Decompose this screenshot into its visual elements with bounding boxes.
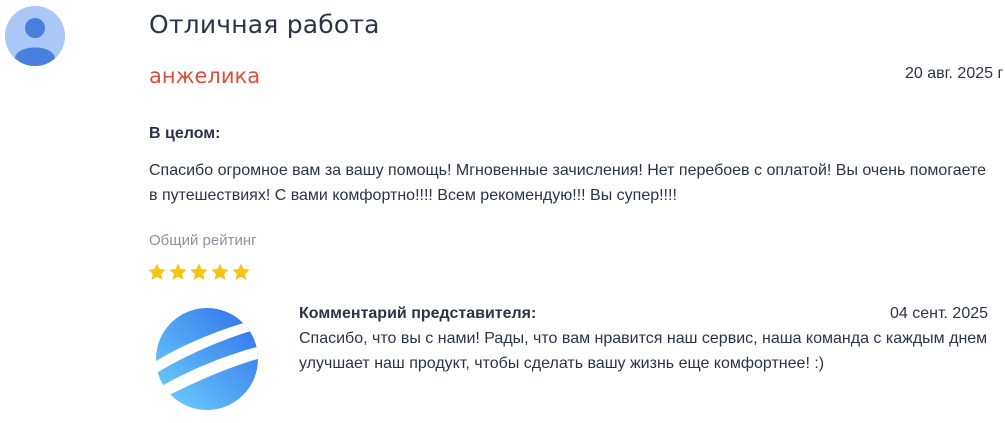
- review-text: Спасибо огромное вам за вашу помощь! Мгн…: [149, 162, 987, 204]
- review-author[interactable]: анжелика: [149, 64, 260, 88]
- rating-label: Общий рейтинг: [149, 232, 257, 249]
- representative-comment-heading: Комментарий представителя:: [299, 305, 537, 322]
- review-title: Отличная работа: [149, 10, 380, 39]
- star-icon: [169, 263, 187, 280]
- section-label: В целом:: [149, 125, 221, 142]
- user-avatar-icon: [5, 6, 65, 66]
- company-logo-globe-icon: [155, 307, 259, 411]
- star-icon: [190, 263, 208, 280]
- star-icon: [148, 263, 166, 280]
- representative-comment-date: 04 сент. 2025: [890, 305, 989, 322]
- star-icon: [211, 263, 229, 280]
- representative-comment-text: Спасибо, что вы с нами! Рады, что вам нр…: [299, 330, 988, 372]
- rating-stars: [147, 262, 251, 282]
- review-date: 20 авг. 2025 г: [905, 65, 1004, 82]
- star-icon: [232, 263, 250, 280]
